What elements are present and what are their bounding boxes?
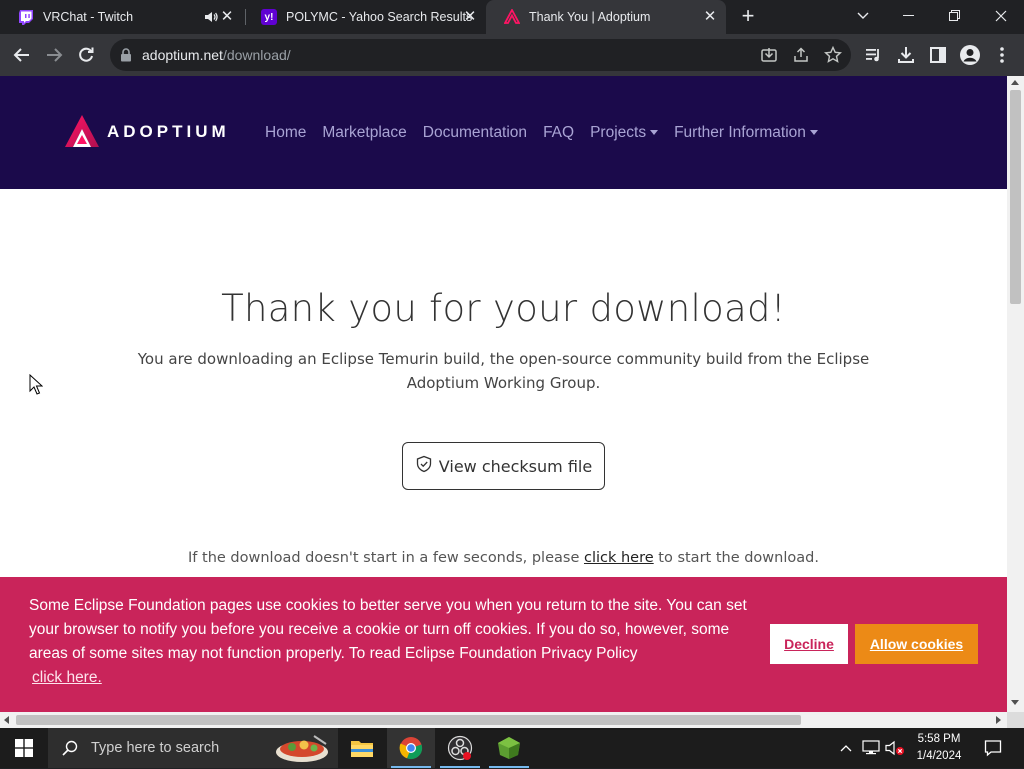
brand-name: ADOPTIUM — [107, 122, 230, 141]
clock-date: 1/4/2024 — [916, 750, 962, 762]
show-hidden-icons-chevron-icon[interactable] — [836, 728, 856, 768]
taskbar-search-box[interactable]: Type here to search — [48, 728, 338, 768]
allow-cookies-button[interactable]: Allow cookies — [855, 624, 978, 664]
profile-avatar-icon[interactable] — [958, 43, 982, 67]
share-icon[interactable] — [792, 46, 810, 64]
install-app-icon[interactable] — [760, 46, 778, 64]
page-viewport: ADOPTIUM Home Marketplace Documentation … — [0, 76, 1007, 712]
caret-down-icon — [809, 130, 818, 136]
download-icon[interactable] — [894, 43, 918, 67]
tab-strip: VRChat - Twitch ✕ y! POLYMC - Yahoo Sear… — [0, 0, 1024, 34]
nav-marketplace[interactable]: Marketplace — [322, 124, 406, 142]
nav-label: FAQ — [543, 124, 575, 141]
mouse-cursor-icon — [29, 374, 43, 395]
decline-cookies-button[interactable]: Decline — [770, 624, 848, 664]
view-checksum-button[interactable]: View checksum file — [402, 442, 605, 490]
nav-label: Projects — [590, 124, 647, 141]
nav-label: Further Information — [674, 124, 806, 141]
speaker-icon[interactable] — [203, 9, 219, 25]
nav-faq[interactable]: FAQ — [543, 124, 574, 142]
scroll-down-arrow-icon[interactable] — [1011, 700, 1019, 705]
windows-taskbar: Type here to search 5:58 PM 1/4/2024 — [0, 728, 1024, 768]
adoptium-logo[interactable]: ADOPTIUM — [63, 113, 230, 151]
caret-down-icon — [650, 130, 659, 136]
side-panel-icon[interactable] — [926, 43, 950, 67]
privacy-policy-link[interactable]: click here. — [32, 669, 102, 687]
menu-kebab-icon[interactable] — [990, 43, 1014, 67]
windows-start-icon[interactable] — [0, 728, 48, 768]
tab-title: VRChat - Twitch — [43, 10, 134, 24]
network-icon[interactable] — [860, 728, 882, 768]
url-text: adoptium.net/download/ — [142, 47, 291, 63]
tab-adoptium-active[interactable]: Thank You | Adoptium ✕ — [486, 0, 726, 34]
main-nav: Home Marketplace Documentation FAQ Proje… — [265, 124, 834, 142]
scroll-up-arrow-icon[interactable] — [1011, 80, 1019, 85]
close-icon[interactable]: ✕ — [219, 9, 235, 25]
lock-icon[interactable] — [120, 48, 132, 67]
nav-further-information-dropdown[interactable]: Further Information — [674, 124, 818, 142]
close-window-button[interactable] — [978, 0, 1024, 32]
search-icon — [62, 740, 78, 756]
reload-icon[interactable] — [74, 43, 98, 67]
restore-button[interactable] — [932, 0, 978, 32]
scroll-left-arrow-icon[interactable] — [4, 716, 9, 724]
page-title: Thank you for your download! — [221, 287, 786, 330]
bookmark-star-icon[interactable] — [823, 45, 843, 64]
system-clock[interactable]: 5:58 PM 1/4/2024 — [908, 731, 970, 765]
shield-check-icon — [415, 455, 433, 477]
scrollbar-corner — [1007, 712, 1024, 728]
nav-documentation[interactable]: Documentation — [423, 124, 527, 142]
url-path: /download/ — [222, 47, 291, 63]
scroll-right-arrow-icon[interactable] — [996, 716, 1001, 724]
forward-arrow-icon[interactable] — [42, 43, 66, 67]
vertical-scroll-thumb[interactable] — [1010, 90, 1021, 304]
volume-muted-icon[interactable] — [884, 728, 906, 768]
yahoo-icon: y! — [261, 9, 277, 25]
horizontal-scrollbar[interactable] — [0, 712, 1007, 728]
chrome-icon[interactable] — [387, 728, 435, 768]
address-bar[interactable]: adoptium.net/download/ — [110, 39, 851, 71]
close-icon[interactable]: ✕ — [462, 9, 478, 25]
search-placeholder: Type here to search — [91, 740, 220, 756]
checksum-button-label: View checksum file — [438, 456, 593, 476]
vertical-scrollbar[interactable] — [1007, 76, 1024, 712]
click-here-download-link[interactable]: click here — [584, 550, 654, 566]
tab-yahoo-search[interactable]: y! POLYMC - Yahoo Search Results ✕ — [243, 0, 486, 34]
nav-label: Documentation — [422, 124, 528, 141]
page-subtitle: You are downloading an Eclipse Temurin b… — [137, 350, 870, 392]
nav-label: Marketplace — [322, 124, 407, 141]
nav-home[interactable]: Home — [265, 124, 306, 142]
adoptium-icon — [504, 9, 520, 25]
site-header: ADOPTIUM Home Marketplace Documentation … — [0, 76, 1007, 189]
search-highlight-icon[interactable] — [274, 732, 330, 769]
clock-time: 5:58 PM — [917, 733, 961, 745]
file-explorer-icon[interactable] — [338, 728, 386, 768]
cookie-banner: Some Eclipse Foundation pages use cookie… — [0, 577, 1007, 712]
notification-center-icon[interactable] — [978, 728, 1008, 768]
obs-icon[interactable] — [436, 728, 484, 768]
download-note: If the download doesn't start in a few s… — [0, 550, 1007, 566]
url-host: adoptium.net — [142, 47, 223, 63]
tab-title: Thank You | Adoptium — [529, 10, 651, 24]
nav-projects-dropdown[interactable]: Projects — [590, 124, 659, 142]
minecraft-icon[interactable] — [485, 728, 533, 768]
download-note-text-end: to start the download. — [653, 550, 819, 566]
adoptium-logo-icon — [65, 115, 99, 147]
horizontal-scroll-thumb[interactable] — [16, 715, 801, 725]
twitch-icon — [18, 9, 34, 25]
close-icon[interactable]: ✕ — [702, 9, 718, 25]
tab-search-icon[interactable] — [840, 0, 886, 32]
back-arrow-icon[interactable] — [10, 43, 34, 67]
nav-label: Home — [265, 124, 307, 141]
browser-toolbar: adoptium.net/download/ — [0, 34, 1024, 76]
media-control-icon[interactable] — [862, 43, 886, 67]
tab-vrchat-twitch[interactable]: VRChat - Twitch ✕ — [0, 0, 243, 34]
cookie-message: Some Eclipse Foundation pages use cookie… — [29, 597, 747, 662]
download-note-text: If the download doesn't start in a few s… — [188, 550, 584, 566]
minimize-button[interactable] — [886, 0, 932, 32]
tab-title: POLYMC - Yahoo Search Results — [286, 10, 473, 24]
new-tab-button[interactable]: + — [737, 5, 759, 28]
